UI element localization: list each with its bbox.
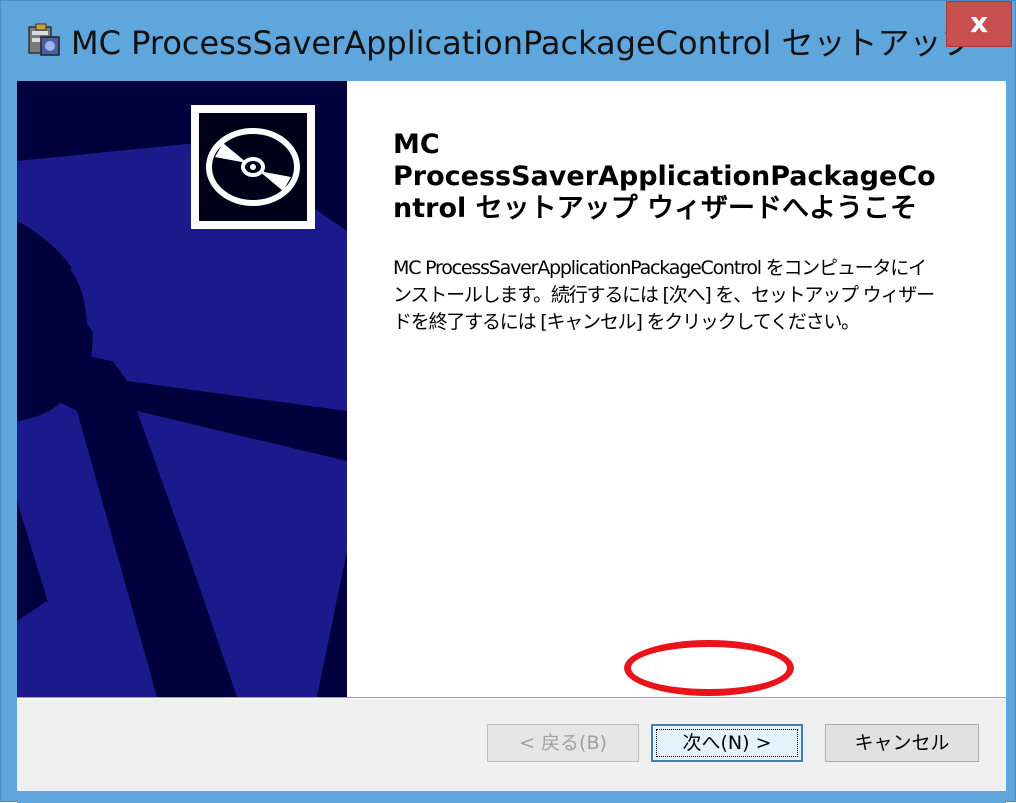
installer-icon xyxy=(27,23,61,57)
button-bar: < 戻る(B) 次へ(N) > キャンセル xyxy=(17,699,1006,791)
wizard-banner-image xyxy=(17,81,347,697)
close-button[interactable]: x xyxy=(946,1,1012,47)
heading-line: ProcessSaverApplicationPackageCo xyxy=(393,161,936,192)
cd-icon xyxy=(206,128,300,206)
window-title: MC ProcessSaverApplicationPackageControl… xyxy=(71,24,974,62)
welcome-heading: MC ProcessSaverApplicationPackageCo ntro… xyxy=(393,129,993,225)
window-bottom-border xyxy=(17,791,1006,803)
title-bar[interactable]: MC ProcessSaverApplicationPackageControl… xyxy=(1,1,1015,81)
wizard-content: MC ProcessSaverApplicationPackageCo ntro… xyxy=(347,81,1006,697)
heading-line: ntrol セットアップ ウィザードへようこそ xyxy=(393,193,918,224)
back-button[interactable]: < 戻る(B) xyxy=(487,724,639,762)
setup-window: MC ProcessSaverApplicationPackageControl… xyxy=(0,0,1016,803)
wizard-client-area: MC ProcessSaverApplicationPackageCo ntro… xyxy=(17,81,1006,791)
close-icon: x xyxy=(969,6,989,39)
welcome-description: MC ProcessSaverApplicationPackageControl… xyxy=(393,255,993,336)
next-button[interactable]: 次へ(N) > xyxy=(651,724,803,762)
description-line: ドを終了するには [キャンセル] をクリックしてください。 xyxy=(393,311,860,333)
focus-rectangle xyxy=(656,729,798,757)
heading-line: MC xyxy=(393,129,440,160)
description-line: MC ProcessSaverApplicationPackageControl… xyxy=(393,257,927,279)
disc-logo xyxy=(191,105,315,229)
cancel-button[interactable]: キャンセル xyxy=(825,724,979,762)
description-line: ンストールします。続行するには [次へ] を、セットアップ ウィザー xyxy=(393,284,935,306)
